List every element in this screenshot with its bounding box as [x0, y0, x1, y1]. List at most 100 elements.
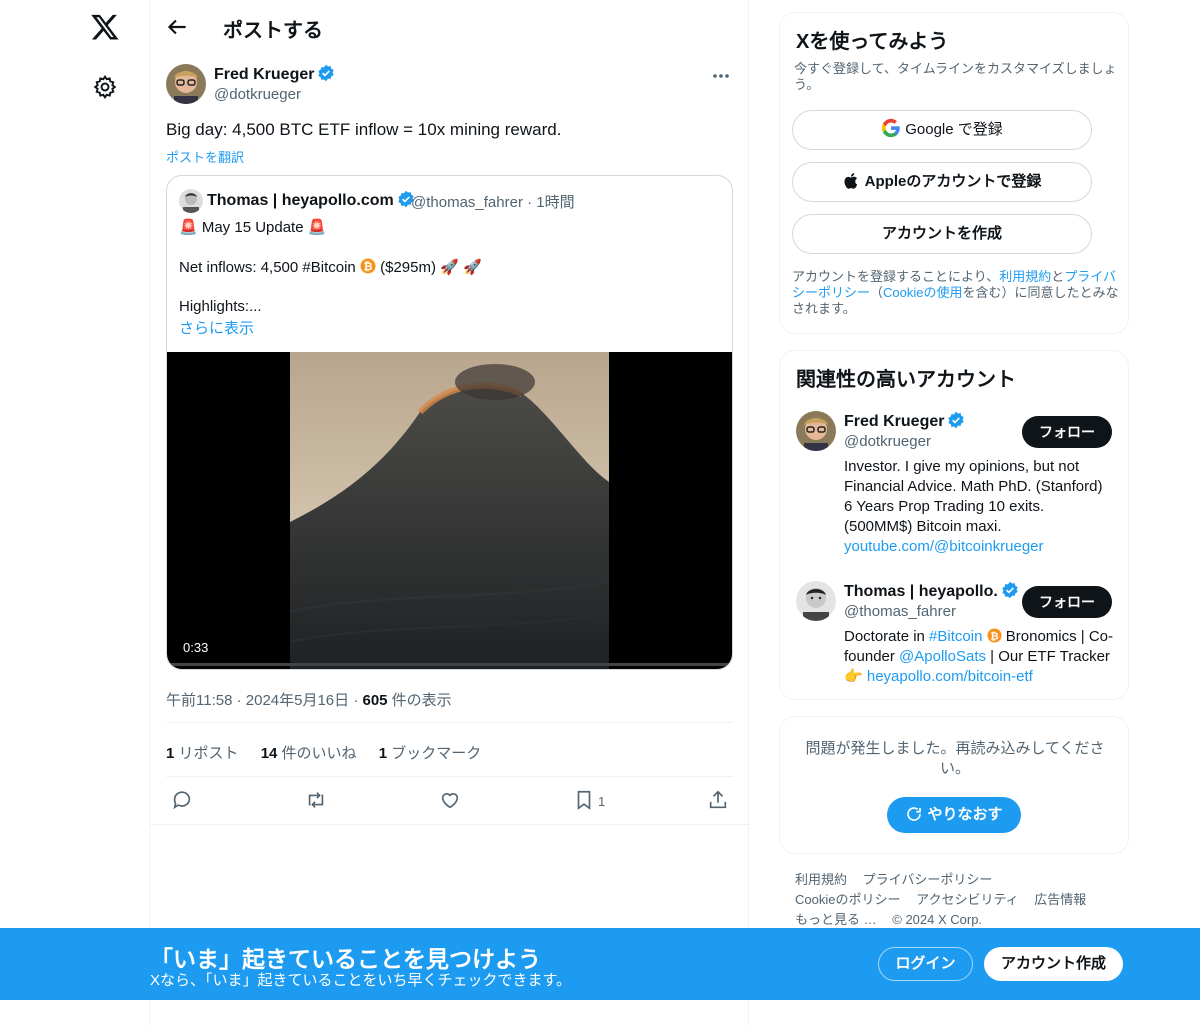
bitcoin-icon: ₿ — [987, 628, 1002, 643]
terms-text: アカウントを登録することにより、 — [792, 269, 1000, 284]
related-accounts-title: 関連性の高いアカウント — [796, 369, 1016, 391]
post-text: Big day: 4,500 BTC ETF inflow = 10x mini… — [166, 120, 562, 139]
quoted-post[interactable]: Thomas | heyapollo.com @thomas_fahrer · … — [166, 175, 733, 670]
account-handle[interactable]: @thomas_fahrer — [844, 603, 956, 620]
mention-link[interactable]: @ApolloSats — [899, 648, 986, 665]
account-handle[interactable]: @dotkrueger — [844, 433, 931, 450]
footer-link-accessibility[interactable]: アクセシビリティ — [916, 892, 1019, 907]
account-name[interactable]: Thomas | heyapollo. — [844, 581, 1019, 601]
quote-author-avatar — [179, 189, 203, 213]
related-account[interactable]: Thomas | heyapollo. @thomas_fahrer フォロー … — [796, 581, 1116, 691]
hashtag-link[interactable]: #Bitcoin — [929, 628, 982, 645]
google-signup-button[interactable]: Google で登録 — [792, 110, 1092, 150]
verified-badge-icon — [947, 411, 965, 429]
main-column: ポストする Fred Krueger @dotkrueger Big day: … — [149, 0, 750, 1026]
top-bar: ポストする — [150, 0, 750, 53]
related-account[interactable]: Fred Krueger @dotkrueger フォロー Investor. … — [796, 411, 1116, 571]
terms-notice: アカウントを登録することにより、利用規約とプライバシーポリシー（Cookieの使… — [792, 269, 1120, 317]
footer-link-more[interactable]: もっと見る … — [795, 912, 877, 927]
quote-line-2: Net inflows: 4,500 #Bitcoin ₿ ($295m) 🚀 … — [179, 258, 482, 276]
post-time[interactable]: 午前11:58 · 2024年5月16日 · — [166, 692, 362, 709]
account-bio-link[interactable]: youtube.com/@bitcoinkrueger — [844, 538, 1044, 555]
divider — [150, 824, 750, 825]
footer-link-cookie[interactable]: Cookieのポリシー — [795, 892, 900, 907]
repost-stat[interactable]: 1 リポスト — [166, 742, 239, 763]
footer-link-terms[interactable]: 利用規約 — [795, 872, 847, 887]
apple-signup-button[interactable]: Appleのアカウントで登録 — [792, 162, 1092, 202]
account-bio-text: Investor. I give my opinions, but not Fi… — [844, 458, 1103, 535]
bitcoin-icon: ₿ — [360, 258, 376, 274]
post-stats: 1 リポスト 14 件のいいね 1 ブックマーク — [166, 742, 499, 763]
cookie-use-link[interactable]: Cookieの使用 — [883, 285, 962, 300]
refresh-icon — [907, 807, 922, 821]
bookmark-icon[interactable] — [573, 789, 595, 811]
likes-stat[interactable]: 14 件のいいね — [261, 742, 357, 763]
author-name-text[interactable]: Fred Krueger — [214, 66, 314, 83]
bookmarks-stat[interactable]: 1 ブックマーク — [379, 742, 482, 763]
share-icon[interactable] — [707, 789, 729, 811]
error-card: 問題が発生しました。再読み込みしてください。 やりなおす — [779, 716, 1129, 854]
verified-badge-icon — [1001, 581, 1019, 599]
retry-button[interactable]: やりなおす — [887, 797, 1021, 833]
translate-link[interactable]: ポストを翻訳 — [166, 147, 244, 166]
signup-button[interactable]: アカウント作成 — [984, 947, 1123, 981]
create-account-button[interactable]: アカウントを作成 — [792, 214, 1092, 254]
bookmark-count: 1 — [598, 794, 606, 809]
account-bio-link[interactable]: heyapollo.com/bitcoin-etf — [867, 668, 1033, 685]
author-handle[interactable]: @dotkrueger — [214, 86, 301, 103]
divider — [166, 776, 733, 777]
quote-meta: @thomas_fahrer · 1時間 — [411, 191, 575, 212]
signup-card-title: Xを使ってみよう — [796, 31, 949, 53]
reply-icon[interactable] — [171, 789, 193, 811]
likes-count: 14 — [260, 745, 278, 762]
settings-gear-icon[interactable] — [92, 74, 118, 100]
x-logo-icon[interactable] — [90, 12, 120, 42]
terms-of-service-link[interactable]: 利用規約 — [999, 269, 1051, 284]
quote-line-2-suffix: ($295m) 🚀 🚀 — [375, 259, 482, 276]
show-more-link[interactable]: さらに表示 — [179, 317, 254, 338]
signup-banner: 「いま」起きていることを見つけよう Xなら、「いま」起きていることをいち早くチェ… — [0, 928, 1200, 1000]
views-count: 605 — [362, 692, 388, 709]
like-icon[interactable] — [439, 789, 461, 811]
follow-button[interactable]: フォロー — [1022, 586, 1112, 618]
login-button[interactable]: ログイン — [878, 947, 973, 981]
bookmarks-count: 1 — [378, 745, 388, 762]
account-bio: Doctorate in #Bitcoin ₿ Bronomics | Co-f… — [844, 627, 1114, 687]
signup-subtitle: 今すぐ登録して、タイムラインをカスタマイズしましょう。 — [794, 61, 1117, 92]
signup-card: Xを使ってみよう 今すぐ登録して、タイムラインをカスタマイズしましょう。 Goo… — [779, 12, 1129, 334]
follow-button[interactable]: フォロー — [1022, 416, 1112, 448]
video-progress-bar[interactable] — [167, 663, 732, 666]
bookmarks-label: ブックマーク — [387, 745, 482, 762]
banner-subtitle: Xなら、「いま」起きていることをいち早くチェックできます。 — [150, 972, 572, 989]
account-name-text[interactable]: Thomas | heyapollo. — [844, 583, 998, 600]
account-name[interactable]: Fred Krueger — [844, 411, 965, 431]
author-avatar[interactable] — [166, 64, 206, 104]
author-name[interactable]: Fred Krueger — [214, 64, 335, 84]
account-bio: Investor. I give my opinions, but not Fi… — [844, 457, 1114, 557]
more-options-icon[interactable] — [710, 66, 732, 86]
quote-time: 1時間 — [536, 194, 575, 211]
error-message: 問題が発生しました。再読み込みしてください。 — [805, 740, 1105, 777]
footer-link-ads[interactable]: 広告情報 — [1034, 892, 1086, 907]
likes-label: 件のいいね — [277, 745, 357, 762]
account-avatar[interactable] — [796, 581, 836, 621]
footer-link-privacy[interactable]: プライバシーポリシー — [863, 872, 993, 887]
footer-links: 利用規約 プライバシーポリシー Cookieのポリシー アクセシビリティ 広告情… — [795, 870, 1125, 930]
account-bio-text: Doctorate in — [844, 628, 930, 645]
quote-line-1: 🚨 May 15 Update 🚨 — [179, 219, 327, 236]
apple-icon — [844, 172, 857, 189]
terms-text: （ — [870, 285, 884, 300]
video-thumbnail[interactable] — [290, 352, 609, 669]
back-arrow-icon[interactable] — [164, 14, 190, 40]
video-player[interactable]: 0:33 — [167, 352, 732, 669]
svg-text:₿: ₿ — [363, 260, 372, 273]
quote-author-name-text: Thomas | heyapollo.com — [207, 192, 394, 209]
account-avatar[interactable] — [796, 411, 836, 451]
quote-author-name: Thomas | heyapollo.com — [207, 190, 415, 210]
reposts-label: リポスト — [174, 745, 239, 762]
repost-icon[interactable] — [305, 789, 327, 811]
account-name-text[interactable]: Fred Krueger — [844, 413, 944, 430]
divider — [166, 722, 733, 723]
terms-text: と — [1051, 269, 1065, 284]
svg-text:₿: ₿ — [990, 630, 998, 642]
